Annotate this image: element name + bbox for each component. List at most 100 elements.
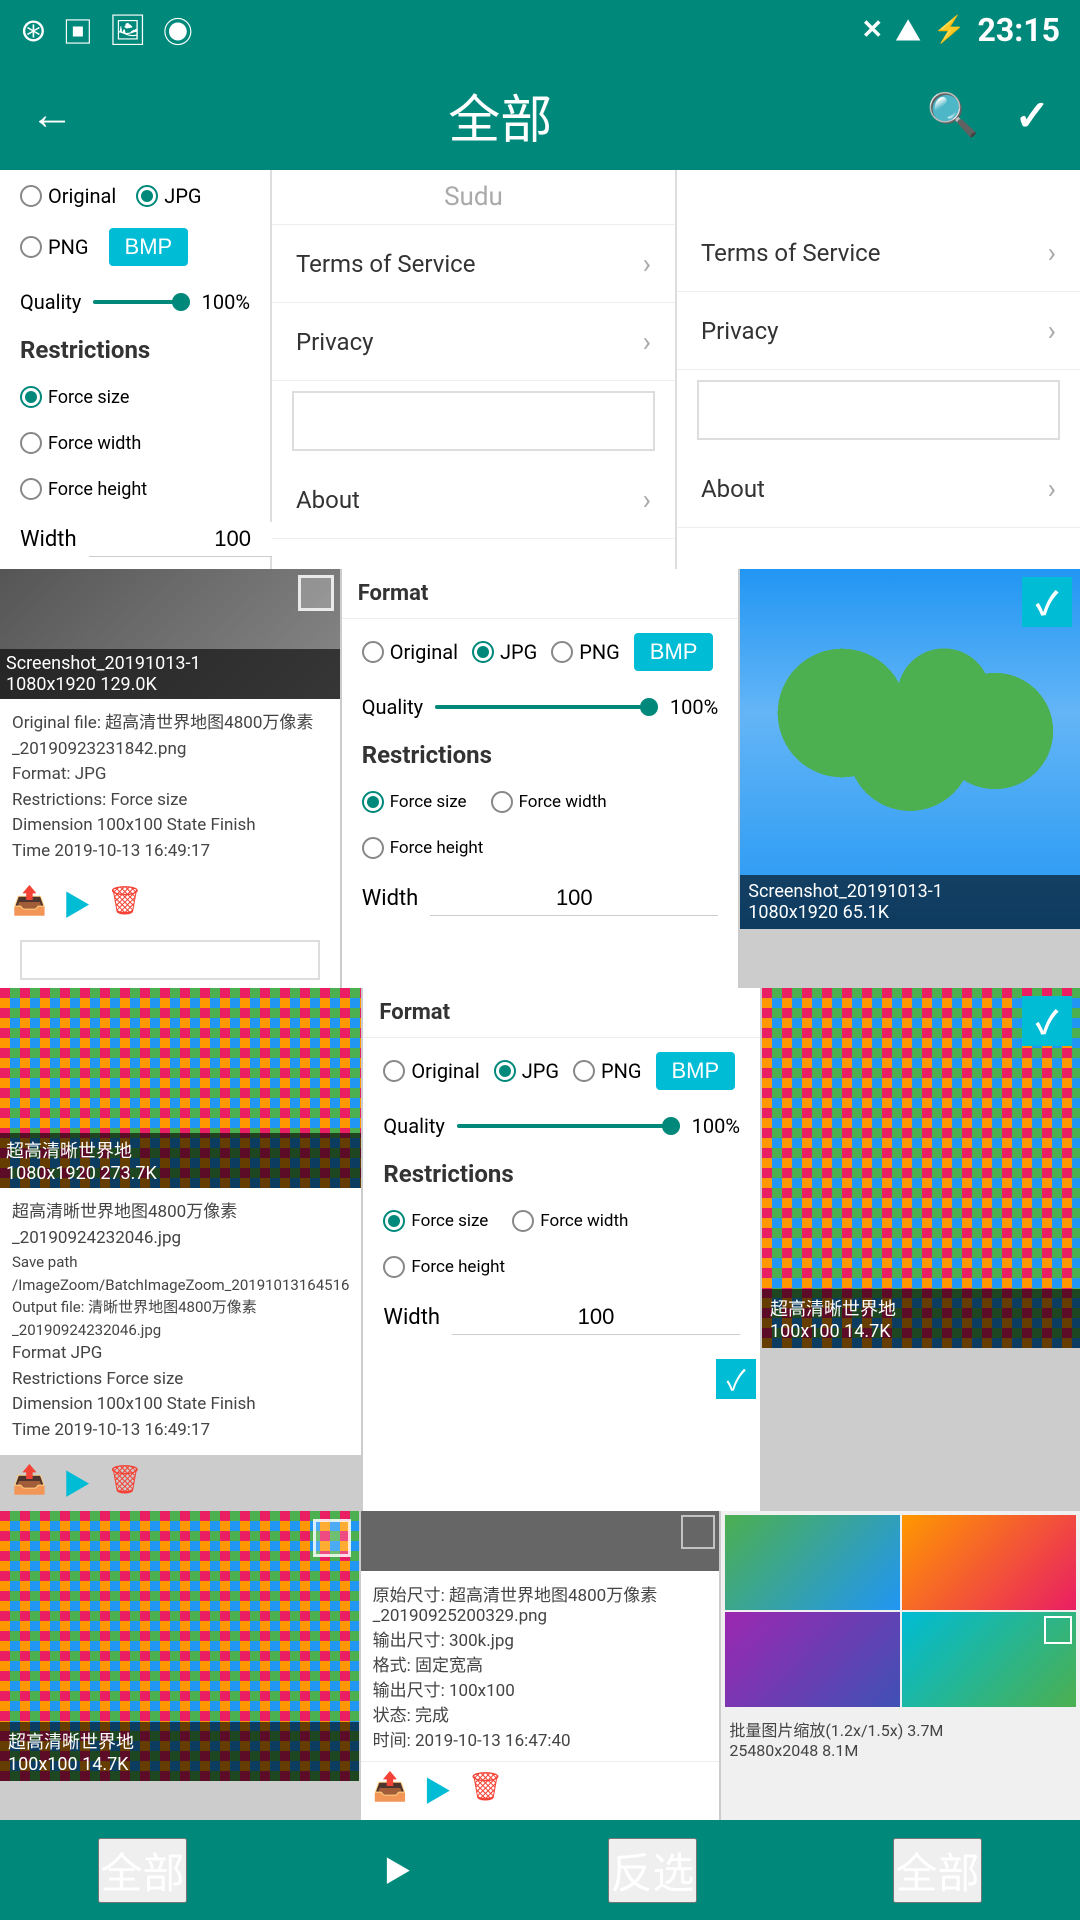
- format-png[interactable]: PNG: [20, 235, 89, 259]
- quality-slider[interactable]: [93, 300, 189, 304]
- png-radio-2[interactable]: [551, 641, 573, 663]
- right-settings-panel: Terms of Service › Privacy › About ›: [677, 170, 1080, 569]
- original-radio[interactable]: [20, 185, 42, 207]
- sudu-branding: Sudu: [272, 170, 675, 225]
- card4-actions: 📤 ▶ 🗑: [0, 1455, 361, 1511]
- confirm-button[interactable]: ✓: [1015, 91, 1050, 140]
- bookmark-icon: ◉: [163, 8, 193, 52]
- format-jpg[interactable]: JPG: [136, 184, 201, 208]
- invert-button[interactable]: 反选: [608, 1838, 696, 1903]
- all-button[interactable]: 全部: [98, 1838, 186, 1903]
- jpg-radio[interactable]: [136, 185, 158, 207]
- card9-info: 批量图片缩放(1.2x/1.5x) 3.7M 25480x2048 8.1M: [721, 1711, 1080, 1766]
- original-radio-5[interactable]: [383, 1060, 405, 1082]
- force-width[interactable]: Force width: [20, 432, 141, 454]
- bmp-button-2[interactable]: BMP: [634, 633, 714, 671]
- delete-icon[interactable]: 🗑: [107, 884, 143, 924]
- privacy-chevron-right: ›: [1048, 314, 1056, 347]
- width-input-2[interactable]: [430, 881, 718, 916]
- all-button-2[interactable]: 全部: [893, 1838, 981, 1903]
- format-png-2[interactable]: PNG: [551, 640, 620, 664]
- card7-checkbox[interactable]: [313, 1519, 351, 1557]
- right-checkbox[interactable]: [697, 380, 1060, 440]
- force-height-radio-5[interactable]: [383, 1256, 405, 1278]
- png-radio-5[interactable]: [573, 1060, 595, 1082]
- width-input-5[interactable]: [452, 1300, 740, 1335]
- force-height-radio-2[interactable]: [362, 837, 384, 859]
- play-icon[interactable]: ▶: [63, 884, 91, 924]
- privacy-item[interactable]: Privacy ›: [272, 303, 675, 381]
- swirl-icon: ⊛: [20, 11, 47, 49]
- jpg-radio-2[interactable]: [472, 641, 494, 663]
- format-original-2[interactable]: Original: [362, 640, 458, 664]
- play-icon-8[interactable]: ▶: [424, 1770, 452, 1810]
- force-height-2[interactable]: Force height: [362, 837, 484, 859]
- format-png-5[interactable]: PNG: [573, 1059, 642, 1083]
- force-size-radio[interactable]: [20, 386, 42, 408]
- format-original[interactable]: Original: [20, 184, 116, 208]
- card4-dim: Dimension 100x100 State Finish: [12, 1392, 349, 1418]
- time-display: 23:15: [978, 11, 1060, 49]
- card8-time: 时间: 2019-10-13 16:47:40: [373, 1726, 708, 1751]
- privacy-item-right[interactable]: Privacy ›: [677, 292, 1080, 370]
- card6-label: 超高清晰世界地 100x100 14.7K: [762, 1289, 1080, 1348]
- search-button[interactable]: 🔍: [926, 91, 978, 140]
- force-height-label-5: Force height: [411, 1257, 505, 1277]
- force-width-radio-2[interactable]: [491, 791, 513, 813]
- card4-detail: 超高清晰世界地图4800万像素_20190924232046.jpg Save …: [0, 1188, 361, 1455]
- quality-fill-2: [435, 705, 658, 709]
- image-card-7[interactable]: 超高清晰世界地 100x100 14.7K: [0, 1511, 359, 1781]
- force-size[interactable]: Force size: [20, 386, 129, 408]
- image-card-3[interactable]: ✓ Screenshot_20191013-1 1080x1920 65.1K: [740, 569, 1080, 929]
- send-icon-4[interactable]: 📤: [12, 1463, 47, 1503]
- about-item-mid[interactable]: About ›: [272, 461, 675, 539]
- jpg-radio-5[interactable]: [494, 1060, 516, 1082]
- force-size-2[interactable]: Force size: [362, 791, 467, 813]
- quality-slider-5[interactable]: [457, 1124, 680, 1128]
- force-height-radio[interactable]: [20, 478, 42, 500]
- delete-icon-8[interactable]: 🗑: [468, 1770, 504, 1810]
- card1-title: Screenshot_20191013-1: [6, 653, 334, 674]
- png-radio[interactable]: [20, 236, 42, 258]
- thumb-8-top: [361, 1511, 720, 1571]
- terms-of-service-item-right[interactable]: Terms of Service ›: [677, 214, 1080, 292]
- format-row-2: Original JPG PNG BMP: [342, 619, 739, 685]
- format-jpg-2[interactable]: JPG: [472, 640, 537, 664]
- force-options: Force size Force width Force height: [0, 376, 270, 510]
- force-size-radio-2[interactable]: [362, 791, 384, 813]
- card8-checkbox[interactable]: [681, 1515, 715, 1549]
- bmp-button[interactable]: BMP: [109, 228, 189, 266]
- bmp-button-5[interactable]: BMP: [656, 1052, 736, 1090]
- card1-checkbox[interactable]: [298, 575, 334, 611]
- format-jpg-5[interactable]: JPG: [494, 1059, 559, 1083]
- force-width-radio-5[interactable]: [512, 1210, 534, 1232]
- force-height-5[interactable]: Force height: [383, 1256, 505, 1278]
- delete-icon-4[interactable]: 🗑: [107, 1463, 143, 1503]
- force-height[interactable]: Force height: [20, 478, 147, 500]
- about-item-right[interactable]: About ›: [677, 450, 1080, 528]
- force-height-label-2: Force height: [390, 838, 484, 858]
- mid-checkbox[interactable]: [292, 391, 655, 451]
- back-button[interactable]: [30, 90, 74, 140]
- terms-of-service-item[interactable]: Terms of Service ›: [272, 225, 675, 303]
- force-width-5[interactable]: Force width: [512, 1210, 628, 1232]
- image-card-6[interactable]: ✓ 超高清晰世界地 100x100 14.7K: [762, 988, 1080, 1348]
- quality-slider-2[interactable]: [435, 705, 658, 709]
- force-size-5[interactable]: Force size: [383, 1210, 488, 1232]
- force-width-2[interactable]: Force width: [491, 791, 607, 813]
- png-label: PNG: [48, 235, 89, 259]
- original-radio-2[interactable]: [362, 641, 384, 663]
- send-icon[interactable]: 📤: [12, 884, 47, 924]
- image-card-1[interactable]: Screenshot_20191013-1 1080x1920 129.0K O…: [0, 569, 340, 988]
- force-width-radio[interactable]: [20, 432, 42, 454]
- image-card-2: Format Original JPG PNG BMP Quality: [342, 569, 739, 988]
- image-card-4[interactable]: 超高清晰世界地 1080x1920 273.7K 超高清晰世界地图4800万像素…: [0, 988, 361, 1511]
- format-row-5: Original JPG PNG BMP: [363, 1038, 760, 1104]
- format-original-5[interactable]: Original: [383, 1059, 479, 1083]
- quality-value: 100%: [202, 290, 250, 314]
- detail-checkbox-1[interactable]: [20, 940, 320, 980]
- force-size-radio-5[interactable]: [383, 1210, 405, 1232]
- play-icon-4[interactable]: ▶: [63, 1463, 91, 1503]
- send-icon-8[interactable]: 📤: [373, 1770, 408, 1810]
- width-section-2: Width: [342, 869, 739, 928]
